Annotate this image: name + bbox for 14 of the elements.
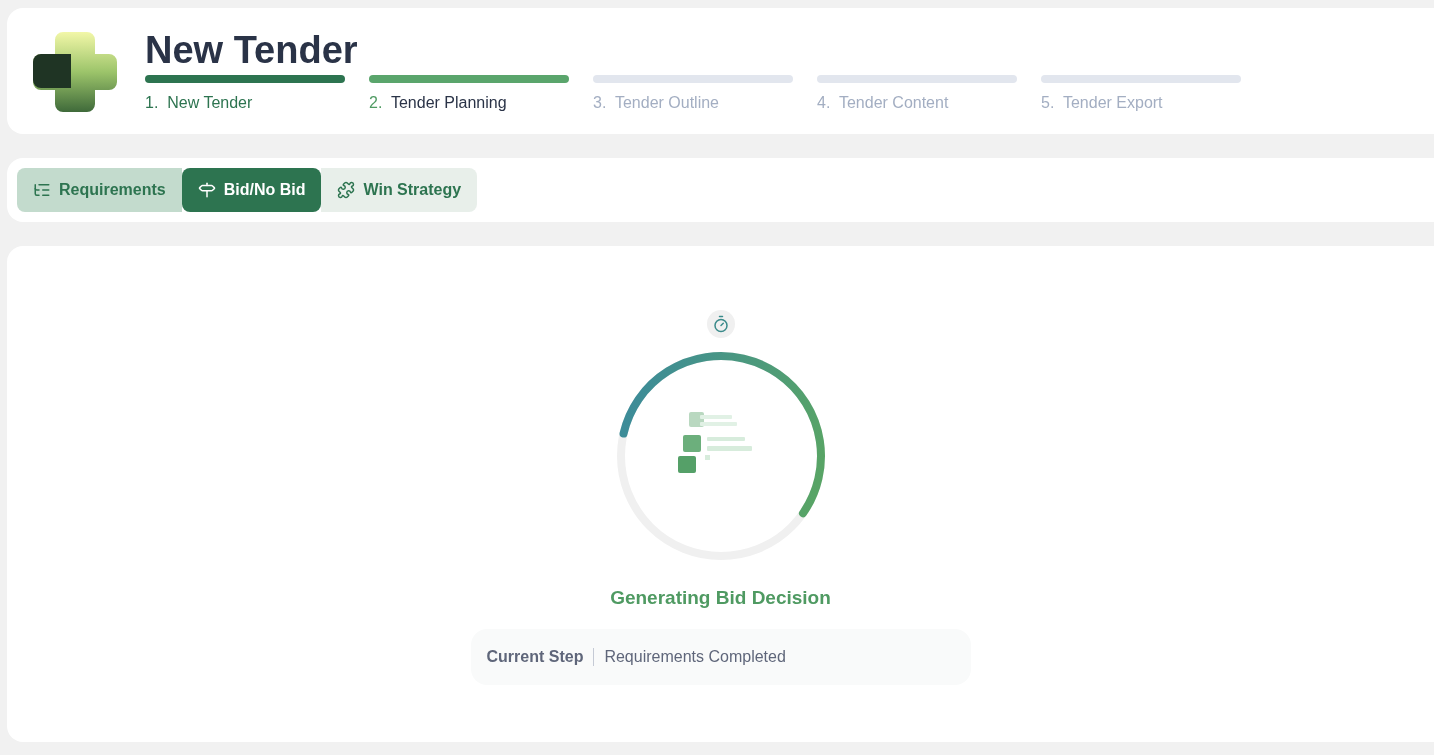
current-step-label: Current Step [486,646,584,667]
tab[interactable]: Bid/No Bid [181,168,322,212]
current-step-value: Requirements Completed [604,646,786,667]
puzzle-icon [337,181,356,199]
document-list-icon [677,412,753,474]
signpost-icon [197,181,216,199]
tab[interactable]: Requirements [17,168,182,212]
status-title: Generating Bid Decision [610,586,831,610]
tab[interactable]: Win Strategy [321,168,478,212]
page-title: New Tender [145,27,359,72]
list-icon [33,181,51,199]
stopwatch-icon [711,315,730,333]
step-label[interactable]: 2. Tender Planning [369,90,569,115]
step-label[interactable]: 1. New Tender [145,90,345,115]
